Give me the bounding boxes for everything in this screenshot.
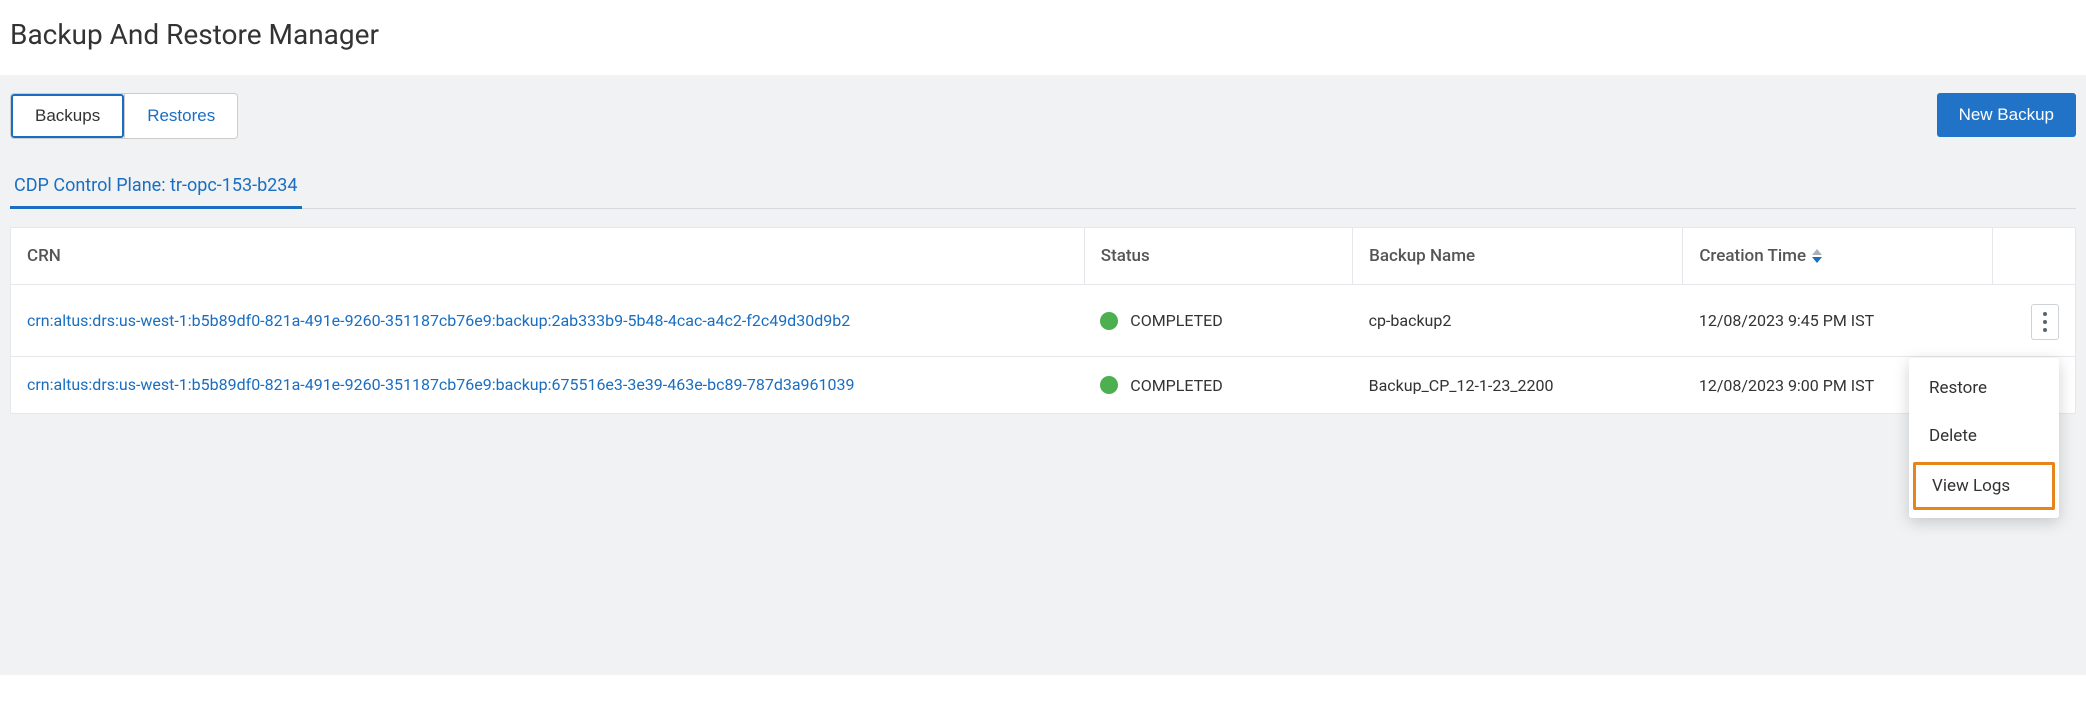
table-row: crn:altus:drs:us-west-1:b5b89df0-821a-49… — [11, 285, 2075, 357]
menu-item-restore[interactable]: Restore — [1909, 364, 2059, 412]
status-cell: COMPLETED — [1100, 311, 1336, 330]
status-dot-icon — [1100, 312, 1118, 330]
crn-link[interactable]: crn:altus:drs:us-west-1:b5b89df0-821a-49… — [27, 375, 855, 394]
row-actions-menu: Restore Delete View Logs — [1909, 358, 2059, 518]
tab-group: Backups Restores — [10, 93, 238, 139]
control-plane-tab[interactable]: CDP Control Plane: tr-opc-153-b234 — [10, 167, 302, 209]
column-header-backup-name[interactable]: Backup Name — [1353, 228, 1683, 285]
backup-table-container: CRN Status Backup Name Creation Time — [10, 227, 2076, 414]
content-area: Backups Restores New Backup CDP Control … — [0, 75, 2086, 675]
creation-time-cell: 12/08/2023 9:45 PM IST — [1683, 285, 1993, 357]
row-actions-button[interactable] — [2031, 304, 2059, 340]
page-title: Backup And Restore Manager — [0, 0, 2086, 75]
status-text: COMPLETED — [1130, 311, 1223, 330]
status-dot-icon — [1100, 376, 1118, 394]
menu-item-delete[interactable]: Delete — [1909, 412, 2059, 460]
column-header-crn[interactable]: CRN — [11, 228, 1084, 285]
tab-backups[interactable]: Backups — [11, 94, 124, 138]
column-header-actions — [1992, 228, 2075, 285]
kebab-dot-icon — [2043, 328, 2047, 332]
backup-table: CRN Status Backup Name Creation Time — [11, 228, 2075, 413]
backup-name-cell: cp-backup2 — [1353, 285, 1683, 357]
tab-restores[interactable]: Restores — [124, 94, 237, 138]
sort-icon — [1812, 249, 1822, 263]
table-row: crn:altus:drs:us-west-1:b5b89df0-821a-49… — [11, 357, 2075, 414]
crn-link[interactable]: crn:altus:drs:us-west-1:b5b89df0-821a-49… — [27, 311, 850, 330]
sort-up-icon — [1812, 249, 1822, 255]
kebab-dot-icon — [2043, 320, 2047, 324]
table-header-row: CRN Status Backup Name Creation Time — [11, 228, 2075, 285]
backup-name-cell: Backup_CP_12-1-23_2200 — [1353, 357, 1683, 414]
sort-down-icon — [1812, 257, 1822, 263]
toolbar: Backups Restores New Backup — [10, 93, 2076, 139]
column-header-creation-time-label: Creation Time — [1699, 246, 1806, 266]
status-text: COMPLETED — [1130, 376, 1223, 395]
new-backup-button[interactable]: New Backup — [1937, 93, 2076, 137]
column-header-status[interactable]: Status — [1084, 228, 1352, 285]
tab-underline — [10, 208, 2076, 209]
menu-item-view-logs[interactable]: View Logs — [1913, 462, 2055, 510]
status-cell: COMPLETED — [1100, 376, 1336, 395]
kebab-dot-icon — [2043, 312, 2047, 316]
column-header-creation-time[interactable]: Creation Time — [1683, 228, 1993, 285]
